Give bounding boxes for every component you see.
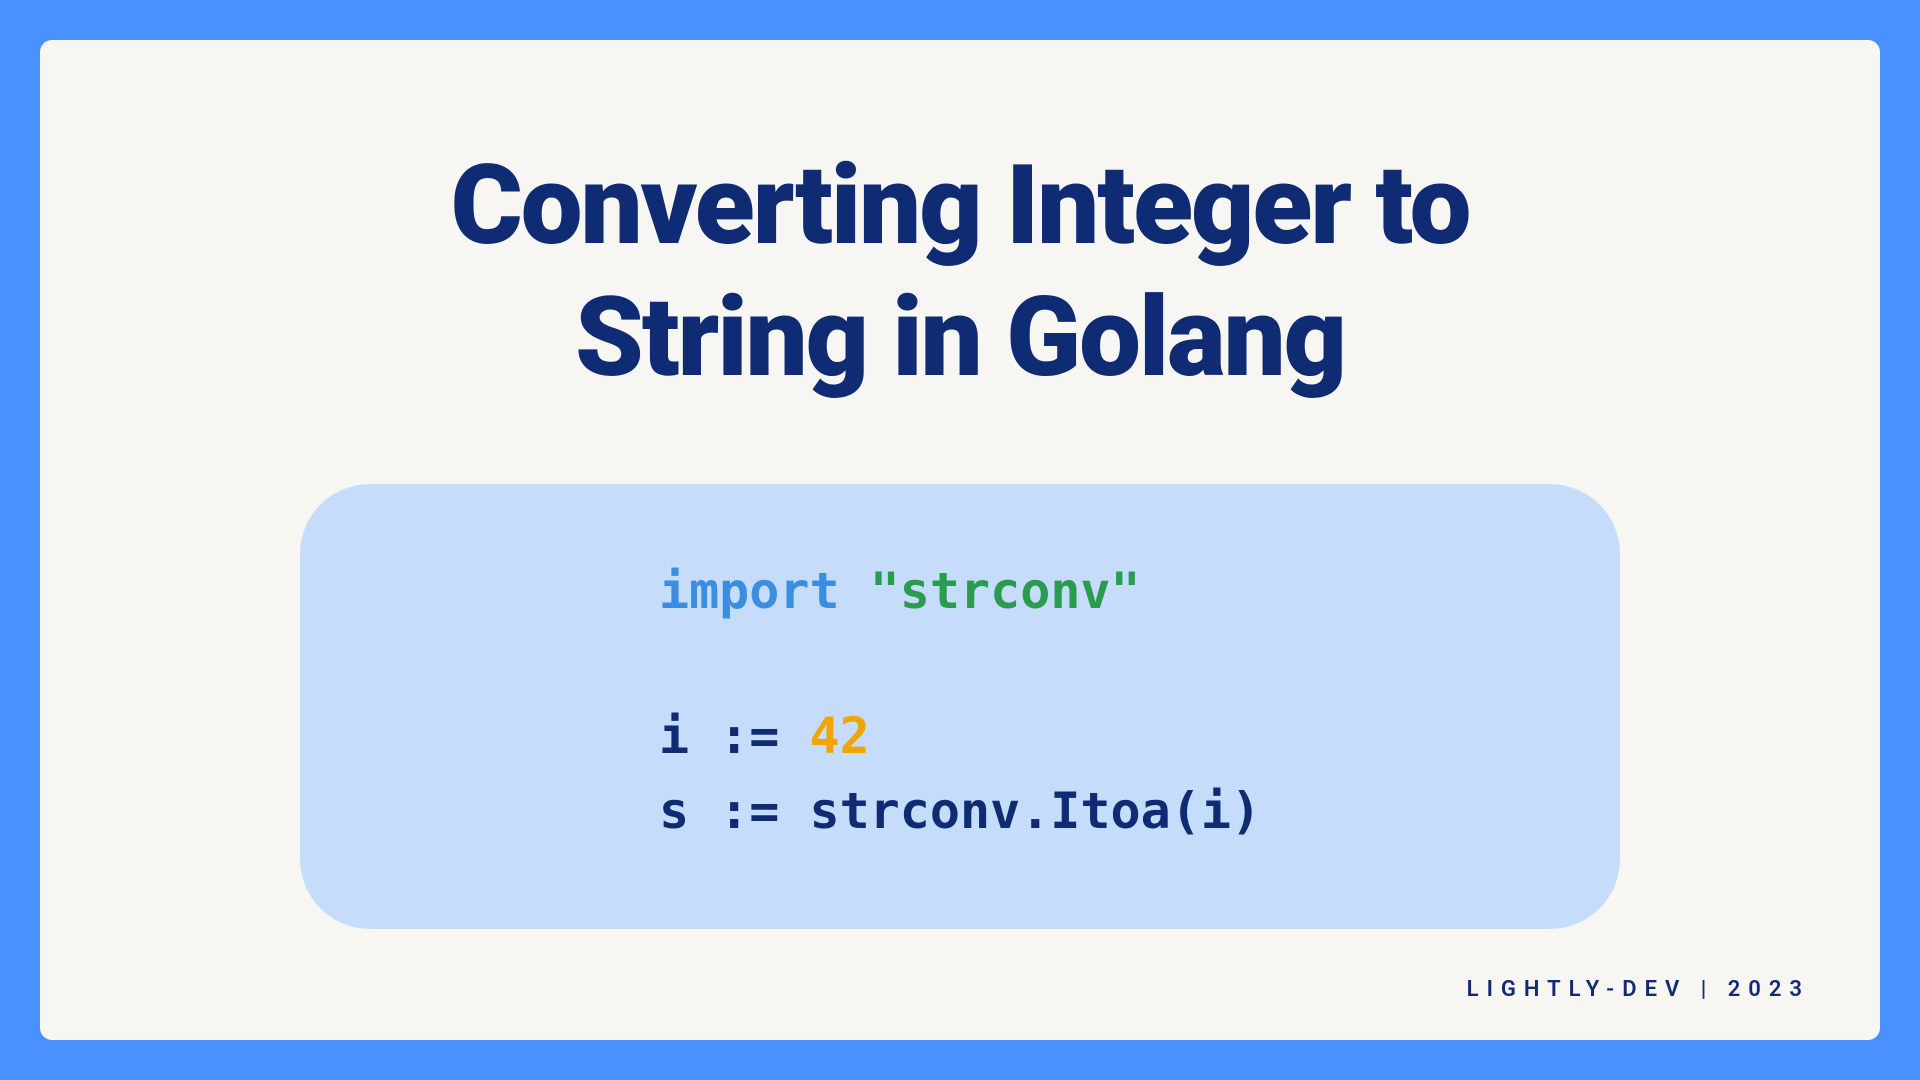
title-line-1: Converting Integer to — [451, 141, 1470, 270]
code-keyword-import: import — [659, 562, 840, 620]
code-content: import "strconv" i := 42 s := strconv.It… — [659, 554, 1261, 849]
code-string-strconv: "strconv" — [870, 562, 1141, 620]
code-block: import "strconv" i := 42 s := strconv.It… — [300, 484, 1620, 929]
slide-title: Converting Integer to String in Golang — [451, 140, 1470, 404]
footer-credit: LIGHTLY-DEV | 2023 — [1467, 977, 1810, 1002]
slide-card: Converting Integer to String in Golang i… — [40, 40, 1880, 1040]
code-line-assign-i: i := 42 — [659, 699, 1261, 774]
title-line-2: String in Golang — [575, 273, 1345, 402]
code-line-assign-s: s := strconv.Itoa(i) — [659, 774, 1261, 849]
code-number-42: 42 — [809, 707, 869, 765]
code-blank-line — [659, 629, 1261, 699]
code-line-import: import "strconv" — [659, 554, 1261, 629]
code-var-i: i := — [659, 707, 810, 765]
code-space — [840, 562, 870, 620]
